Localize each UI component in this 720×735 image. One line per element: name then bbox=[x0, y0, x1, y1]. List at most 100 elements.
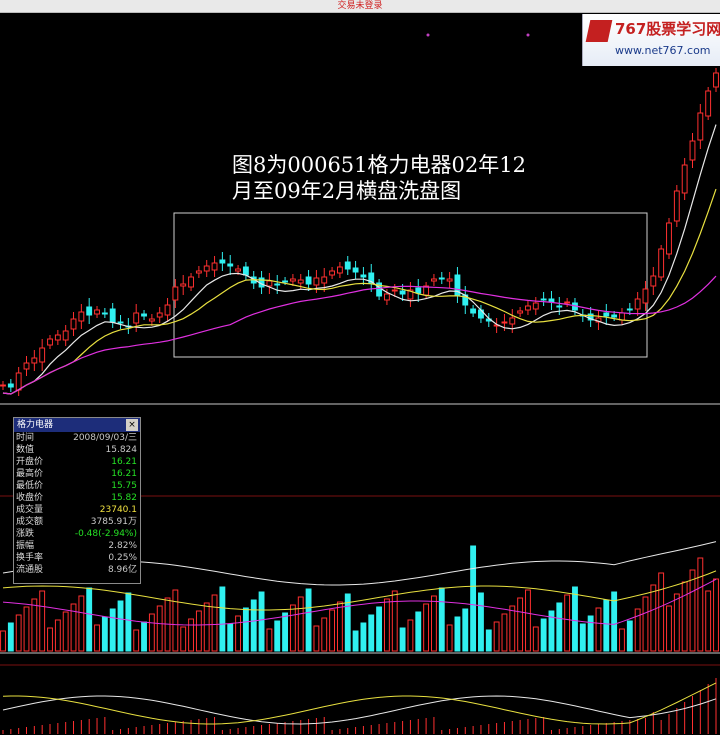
candle-body bbox=[399, 290, 406, 295]
candle-body bbox=[415, 287, 422, 294]
volume-bar bbox=[478, 592, 484, 652]
candle-body bbox=[650, 275, 657, 287]
volume-bar bbox=[148, 613, 155, 652]
candle-body bbox=[23, 362, 30, 370]
candle-body bbox=[235, 268, 241, 272]
candle-body bbox=[274, 283, 281, 286]
candle-body bbox=[7, 383, 14, 388]
candle-body bbox=[666, 222, 672, 255]
candle-body bbox=[619, 312, 625, 321]
candle-body bbox=[329, 270, 336, 276]
panel-row-value: 2008/09/03/三 bbox=[73, 433, 137, 443]
volume-bar bbox=[689, 569, 696, 652]
candle-body bbox=[117, 321, 124, 324]
candle-body bbox=[603, 312, 610, 317]
volume-bar bbox=[336, 601, 343, 652]
candle-body bbox=[313, 277, 320, 286]
volume-bar bbox=[391, 590, 398, 652]
panel-row-label: 换手率 bbox=[16, 553, 44, 563]
volume-bar bbox=[619, 628, 625, 652]
window-title: 交易未登录 bbox=[337, 1, 383, 11]
volume-bar bbox=[603, 599, 610, 652]
panel-row-label: 最高价 bbox=[16, 469, 44, 479]
candle-body bbox=[626, 308, 633, 311]
stock-chart[interactable] bbox=[0, 13, 720, 735]
candle-body bbox=[227, 263, 234, 267]
panel-title-bar[interactable]: 格力电器 × bbox=[14, 418, 140, 432]
panel-row-value: -0.48(-2.94%) bbox=[74, 529, 137, 539]
volume-bar bbox=[399, 627, 406, 652]
panel-row-value: 8.96亿 bbox=[107, 565, 137, 575]
candle-body bbox=[360, 274, 367, 278]
candle-body bbox=[517, 310, 524, 314]
panel-row: 收盘价 15.82 bbox=[14, 492, 140, 504]
candle-body bbox=[611, 314, 618, 318]
candle-body bbox=[634, 298, 641, 310]
candle-body bbox=[532, 302, 539, 310]
candle-body bbox=[242, 266, 249, 276]
volume-bar bbox=[454, 616, 461, 652]
site-title: 767股票学习网 bbox=[615, 20, 720, 38]
panel-row-value: 15.824 bbox=[105, 445, 138, 455]
panel-row-value: 15.82 bbox=[111, 493, 137, 503]
candle-body bbox=[0, 384, 6, 387]
volume-bar bbox=[462, 608, 469, 652]
volume-bar bbox=[211, 594, 218, 652]
panel-row-label: 振幅 bbox=[16, 541, 35, 551]
candle-body bbox=[180, 283, 187, 287]
volume-bar bbox=[525, 589, 531, 652]
candle-body bbox=[156, 312, 163, 318]
volume-bar bbox=[407, 619, 414, 652]
close-icon[interactable]: × bbox=[126, 419, 138, 431]
candle-body bbox=[47, 338, 53, 346]
site-watermark: 767股票学习网 www.net767.com bbox=[582, 14, 720, 66]
candle-body bbox=[501, 321, 508, 324]
panel-row: 时间 2008/09/03/三 bbox=[14, 432, 140, 444]
volume-bar bbox=[188, 618, 194, 652]
site-url: www.net767.com bbox=[615, 44, 711, 57]
candle-body bbox=[681, 164, 688, 194]
panel-row: 振幅 2.82% bbox=[14, 540, 140, 552]
volume-bar bbox=[493, 621, 500, 652]
candle-body bbox=[94, 309, 100, 315]
volume-bar bbox=[274, 620, 281, 652]
volume-bar bbox=[485, 629, 492, 652]
candle-body bbox=[438, 277, 445, 280]
volume-bar bbox=[587, 615, 594, 652]
title-bar: 交易未登录 bbox=[0, 0, 720, 13]
caption-line-2: 月至09年2月横盘洗盘图 bbox=[232, 179, 462, 203]
panel-row-value: 16.21 bbox=[111, 469, 137, 479]
volume-bar bbox=[250, 599, 257, 652]
candle-body bbox=[673, 190, 680, 222]
marker-dot bbox=[426, 33, 430, 37]
volume-bar bbox=[101, 616, 108, 652]
site-logo-icon bbox=[585, 20, 613, 42]
candle-body bbox=[39, 347, 46, 363]
volume-bar bbox=[564, 594, 571, 652]
candle-body bbox=[556, 305, 563, 308]
candle-body bbox=[344, 261, 351, 270]
volume-bar bbox=[94, 624, 100, 652]
candle-body bbox=[203, 265, 210, 272]
candle-body bbox=[705, 90, 712, 117]
panel-row-label: 成交额 bbox=[16, 517, 44, 527]
volume-bar bbox=[572, 586, 578, 652]
quote-info-panel[interactable]: 格力电器 × 时间 2008/09/03/三 数值 15.824 开盘价 16.21 最高价… bbox=[13, 417, 141, 584]
candle-body bbox=[297, 279, 304, 284]
volume-bar bbox=[172, 589, 179, 652]
volume-bar bbox=[258, 591, 265, 652]
volume-bar bbox=[383, 598, 390, 652]
volume-bar bbox=[141, 621, 147, 652]
candle-body bbox=[689, 140, 696, 161]
candle-body bbox=[352, 267, 359, 273]
candle-body bbox=[54, 334, 61, 341]
volume-bar bbox=[415, 611, 422, 652]
panel-row: 成交量 23740.1 bbox=[14, 504, 140, 516]
volume-bar bbox=[31, 598, 38, 652]
panel-row: 最低价 15.75 bbox=[14, 480, 140, 492]
volume-bar bbox=[650, 584, 657, 652]
volume-bar bbox=[180, 626, 187, 652]
candle-body bbox=[148, 318, 155, 322]
volume-bar bbox=[321, 617, 328, 652]
candle-body bbox=[164, 304, 171, 316]
